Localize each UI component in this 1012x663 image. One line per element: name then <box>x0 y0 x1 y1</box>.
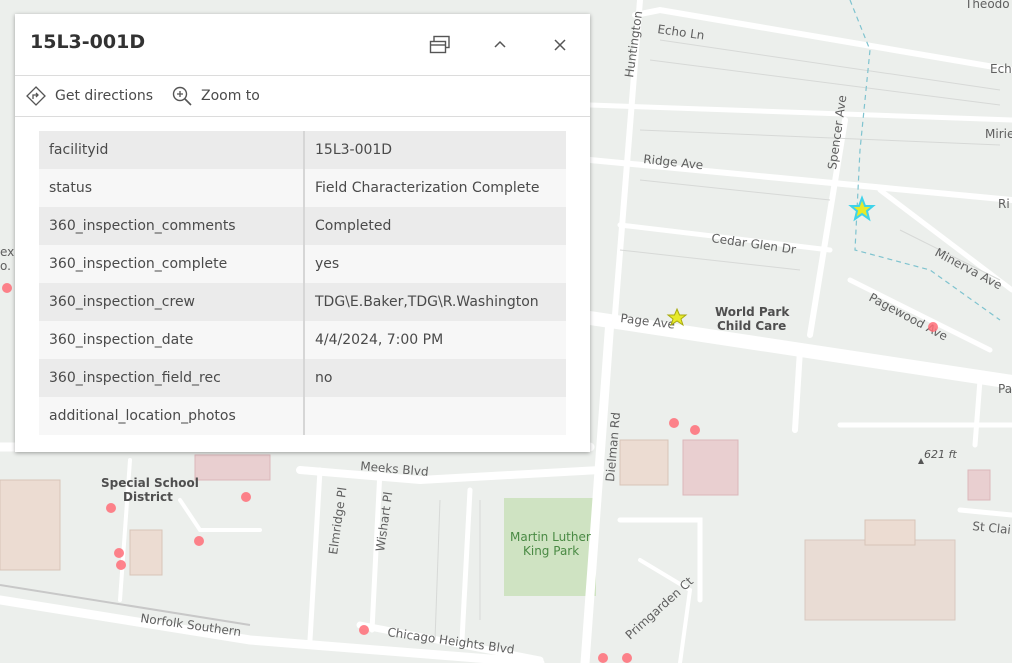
attribute-key: 360_inspection_complete <box>39 245 305 283</box>
directions-icon <box>26 86 46 106</box>
get-directions-label: Get directions <box>55 88 154 104</box>
attribute-key: status <box>39 169 305 207</box>
feature-popup: 15L3-001D Get directions Zoom to facilit… <box>15 14 590 452</box>
left-edge-label-1: ex <box>0 245 14 259</box>
elevation-label: 621 ft <box>924 448 957 461</box>
popup-title: 15L3-001D <box>30 31 146 53</box>
left-edge-label-2: o. <box>0 259 11 273</box>
street-label-theodo: Theodo <box>964 0 1010 11</box>
attribute-value: no <box>304 359 566 397</box>
poi-label-mlk-park-1: Martin Luther <box>510 530 591 544</box>
attribute-key: 360_inspection_date <box>39 321 305 359</box>
get-directions-button[interactable]: Get directions <box>25 85 153 107</box>
zoom-to-label: Zoom to <box>201 88 260 104</box>
attribute-key: 360_inspection_comments <box>39 207 305 245</box>
poi-label-district: District <box>123 490 173 504</box>
feature-point[interactable] <box>928 322 938 332</box>
attribute-value: 4/4/2024, 7:00 PM <box>304 321 566 359</box>
attribute-value: Field Characterization Complete <box>304 169 566 207</box>
feature-point[interactable] <box>114 548 124 558</box>
feature-point[interactable] <box>669 418 679 428</box>
chevron-up-icon <box>494 40 506 48</box>
feature-point[interactable] <box>2 283 12 293</box>
poi-label-child-care: Child Care <box>717 319 786 333</box>
table-row: 360_inspection_crew TDG\E.Baker,TDG\R.Wa… <box>39 283 566 321</box>
feature-point[interactable] <box>194 536 204 546</box>
attribute-value: yes <box>304 245 566 283</box>
dock-button[interactable] <box>428 33 452 57</box>
attribute-key: additional_location_photos <box>39 397 305 435</box>
attribute-value: Completed <box>304 207 566 245</box>
feature-point[interactable] <box>241 492 251 502</box>
attribute-table: facilityid 15L3-001D status Field Charac… <box>39 131 566 435</box>
table-row: 360_inspection_complete yes <box>39 245 566 283</box>
feature-point[interactable] <box>359 625 369 635</box>
poi-label-world-park: World Park <box>715 305 790 319</box>
attribute-value: TDG\E.Baker,TDG\R.Washington <box>304 283 566 321</box>
popup-header: 15L3-001D <box>15 14 590 76</box>
attribute-key: facilityid <box>39 131 305 169</box>
poi-label-mlk-park-2: King Park <box>523 544 579 558</box>
attribute-key: 360_inspection_field_rec <box>39 359 305 397</box>
collapse-button[interactable] <box>488 33 512 57</box>
table-row: additional_location_photos <box>39 397 566 435</box>
zoom-in-icon <box>172 86 192 106</box>
feature-point[interactable] <box>690 425 700 435</box>
feature-point[interactable] <box>106 503 116 513</box>
table-row: facilityid 15L3-001D <box>39 131 566 169</box>
dock-icon <box>429 35 450 54</box>
table-row: 360_inspection_comments Completed <box>39 207 566 245</box>
popup-actions: Get directions Zoom to <box>15 76 590 117</box>
attribute-value <box>304 397 566 435</box>
close-icon <box>554 39 566 51</box>
table-row: 360_inspection_date 4/4/2024, 7:00 PM <box>39 321 566 359</box>
attribute-key: 360_inspection_crew <box>39 283 305 321</box>
table-row: 360_inspection_field_rec no <box>39 359 566 397</box>
feature-point[interactable] <box>622 653 632 663</box>
street-label-mirie: Mirie <box>985 127 1012 141</box>
close-button[interactable] <box>548 33 572 57</box>
street-label-ech: Ech <box>990 62 1012 76</box>
attribute-value: 15L3-001D <box>304 131 566 169</box>
zoom-to-button[interactable]: Zoom to <box>171 85 260 107</box>
street-label-pa: Pa <box>998 382 1012 396</box>
street-label-ri: Ri <box>998 197 1010 211</box>
feature-point[interactable] <box>598 653 608 663</box>
table-row: status Field Characterization Complete <box>39 169 566 207</box>
poi-label-special-school: Special School <box>101 476 199 490</box>
feature-point[interactable] <box>116 560 126 570</box>
